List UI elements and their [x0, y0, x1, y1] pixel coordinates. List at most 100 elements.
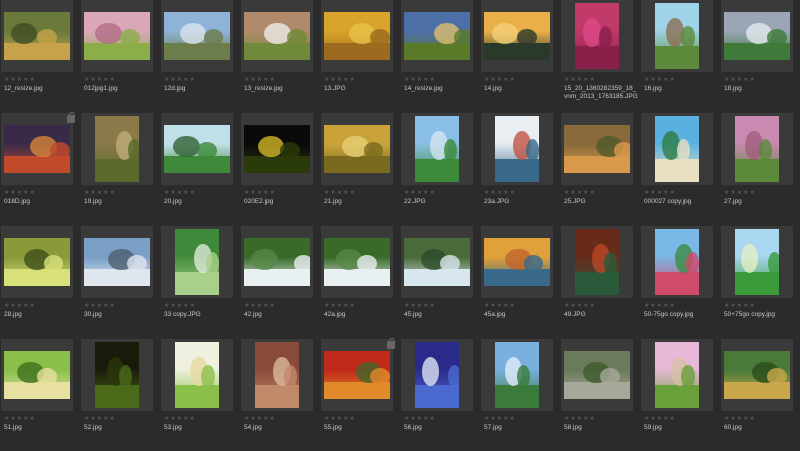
thumbnail-image[interactable]	[255, 342, 299, 408]
rating-stars[interactable]: ★★★★★	[324, 415, 356, 423]
thumbnail-frame[interactable]	[161, 113, 233, 185]
thumbnail-frame[interactable]	[481, 339, 553, 411]
rating-stars[interactable]: ★★★★★	[564, 415, 596, 423]
thumbnail-cell[interactable]: ★★★★★ 14_resize.jpg	[400, 0, 480, 112]
thumbnail-cell[interactable]: ★★★★★ 53.jpg	[160, 339, 240, 451]
rating-stars[interactable]: ★★★★★	[484, 302, 516, 310]
thumbnail-image[interactable]	[4, 12, 70, 60]
thumbnail-image[interactable]	[655, 3, 699, 69]
thumbnail-frame[interactable]	[401, 113, 473, 185]
thumbnail-frame[interactable]	[241, 226, 313, 298]
thumbnail-frame[interactable]	[641, 339, 713, 411]
thumbnail-cell[interactable]: ★★★★★ 12_resize.jpg	[0, 0, 80, 112]
thumbnail-image[interactable]	[735, 116, 779, 182]
thumbnail-image[interactable]	[324, 351, 390, 399]
thumbnail-image[interactable]	[95, 116, 139, 182]
thumbnail-image[interactable]	[484, 238, 550, 286]
thumbnail-image[interactable]	[495, 342, 539, 408]
thumbnail-cell[interactable]: ★★★★★ 45a.jpg	[480, 226, 560, 338]
thumbnail-frame[interactable]	[401, 0, 473, 72]
thumbnail-image[interactable]	[655, 229, 699, 295]
thumbnail-frame[interactable]	[321, 339, 393, 411]
rating-stars[interactable]: ★★★★★	[244, 415, 276, 423]
thumbnail-frame[interactable]	[481, 226, 553, 298]
thumbnail-frame[interactable]	[321, 0, 393, 72]
rating-stars[interactable]: ★★★★★	[564, 302, 596, 310]
thumbnail-frame[interactable]	[721, 0, 793, 72]
thumbnail-cell[interactable]: ★★★★★ 14.jpg	[480, 0, 560, 112]
thumbnail-frame[interactable]	[561, 113, 633, 185]
thumbnail-image[interactable]	[655, 342, 699, 408]
thumbnail-cell[interactable]: ★★★★★ 30.jpg	[80, 226, 160, 338]
thumbnail-frame[interactable]	[721, 226, 793, 298]
thumbnail-cell[interactable]: ★★★★★ 55.jpg	[320, 338, 400, 451]
thumbnail-cell[interactable]: ★★★★★ 57.jpg	[480, 339, 560, 451]
thumbnail-cell[interactable]: ★★★★★ 23a.JPG	[480, 113, 560, 225]
rating-stars[interactable]: ★★★★★	[244, 76, 276, 84]
rating-stars[interactable]: ★★★★★	[484, 415, 516, 423]
thumbnail-frame[interactable]	[401, 339, 473, 411]
thumbnail-cell[interactable]: ★★★★★ 58.jpg	[560, 339, 640, 451]
thumbnail-cell[interactable]: ★★★★★ 12d.jpg	[160, 0, 240, 112]
thumbnail-image[interactable]	[735, 229, 779, 295]
rating-stars[interactable]: ★★★★★	[404, 76, 436, 84]
rating-stars[interactable]: ★★★★★	[4, 302, 36, 310]
rating-stars[interactable]: ★★★★★	[164, 415, 196, 423]
rating-stars[interactable]: ★★★★★	[724, 76, 756, 84]
rating-stars[interactable]: ★★★★★	[644, 415, 676, 423]
thumbnail-cell[interactable]: ★★★★★ 16.jpg	[640, 0, 720, 112]
thumbnail-frame[interactable]	[241, 0, 313, 72]
rating-stars[interactable]: ★★★★★	[164, 189, 196, 197]
thumbnail-frame[interactable]	[481, 0, 553, 72]
rating-stars[interactable]: ★★★★★	[84, 302, 116, 310]
thumbnail-frame[interactable]	[241, 113, 313, 185]
thumbnail-image[interactable]	[724, 12, 790, 60]
rating-stars[interactable]: ★★★★★	[644, 189, 676, 197]
thumbnail-cell[interactable]: ★★★★★ 27.jpg	[720, 113, 800, 225]
thumbnail-image[interactable]	[404, 238, 470, 286]
thumbnail-image[interactable]	[4, 351, 70, 399]
thumbnail-image[interactable]	[564, 125, 630, 173]
rating-stars[interactable]: ★★★★★	[564, 76, 596, 84]
thumbnail-frame[interactable]	[161, 226, 233, 298]
thumbnail-cell[interactable]: ★★★★★ 18.jpg	[720, 0, 800, 112]
rating-stars[interactable]: ★★★★★	[564, 189, 596, 197]
thumbnail-frame[interactable]	[81, 339, 153, 411]
thumbnail-frame[interactable]	[1, 0, 73, 72]
thumbnail-frame[interactable]	[561, 226, 633, 298]
thumbnail-cell[interactable]: ★★★★★ 33 copy.JPG	[160, 226, 240, 338]
rating-stars[interactable]: ★★★★★	[324, 302, 356, 310]
thumbnail-cell[interactable]: ★★★★★ 54.jpg	[240, 339, 320, 451]
rating-stars[interactable]: ★★★★★	[84, 76, 116, 84]
thumbnail-image[interactable]	[724, 351, 790, 399]
thumbnail-image[interactable]	[164, 125, 230, 173]
thumbnail-image[interactable]	[175, 229, 219, 295]
thumbnail-cell[interactable]: ★★★★★ 13.JPG	[320, 0, 400, 112]
rating-stars[interactable]: ★★★★★	[644, 302, 676, 310]
thumbnail-image[interactable]	[175, 342, 219, 408]
rating-stars[interactable]: ★★★★★	[164, 302, 196, 310]
thumbnail-cell[interactable]: ★★★★★ 13_resize.jpg	[240, 0, 320, 112]
thumbnail-cell[interactable]: ★★★★★ 20.jpg	[160, 113, 240, 225]
thumbnail-image[interactable]	[244, 125, 310, 173]
rating-stars[interactable]: ★★★★★	[244, 189, 276, 197]
thumbnail-frame[interactable]	[561, 339, 633, 411]
thumbnail-image[interactable]	[244, 12, 310, 60]
rating-stars[interactable]: ★★★★★	[484, 189, 516, 197]
thumbnail-cell[interactable]: ★★★★★ 50+75go copy.jpg	[720, 226, 800, 338]
thumbnail-image[interactable]	[324, 125, 390, 173]
rating-stars[interactable]: ★★★★★	[244, 302, 276, 310]
thumbnail-image[interactable]	[164, 12, 230, 60]
thumbnail-image[interactable]	[244, 238, 310, 286]
thumbnail-cell[interactable]: ★★★★★ 19.jpg	[80, 113, 160, 225]
rating-stars[interactable]: ★★★★★	[84, 415, 116, 423]
rating-stars[interactable]: ★★★★★	[404, 302, 436, 310]
thumbnail-frame[interactable]	[721, 113, 793, 185]
thumbnail-frame[interactable]	[641, 226, 713, 298]
thumbnail-cell[interactable]: ★★★★★ 60.jpg	[720, 339, 800, 451]
rating-stars[interactable]: ★★★★★	[4, 189, 36, 197]
rating-stars[interactable]: ★★★★★	[724, 415, 756, 423]
thumbnail-cell[interactable]: ★★★★★ 56.jpg	[400, 339, 480, 451]
thumbnail-frame[interactable]	[321, 113, 393, 185]
thumbnail-image[interactable]	[84, 12, 150, 60]
